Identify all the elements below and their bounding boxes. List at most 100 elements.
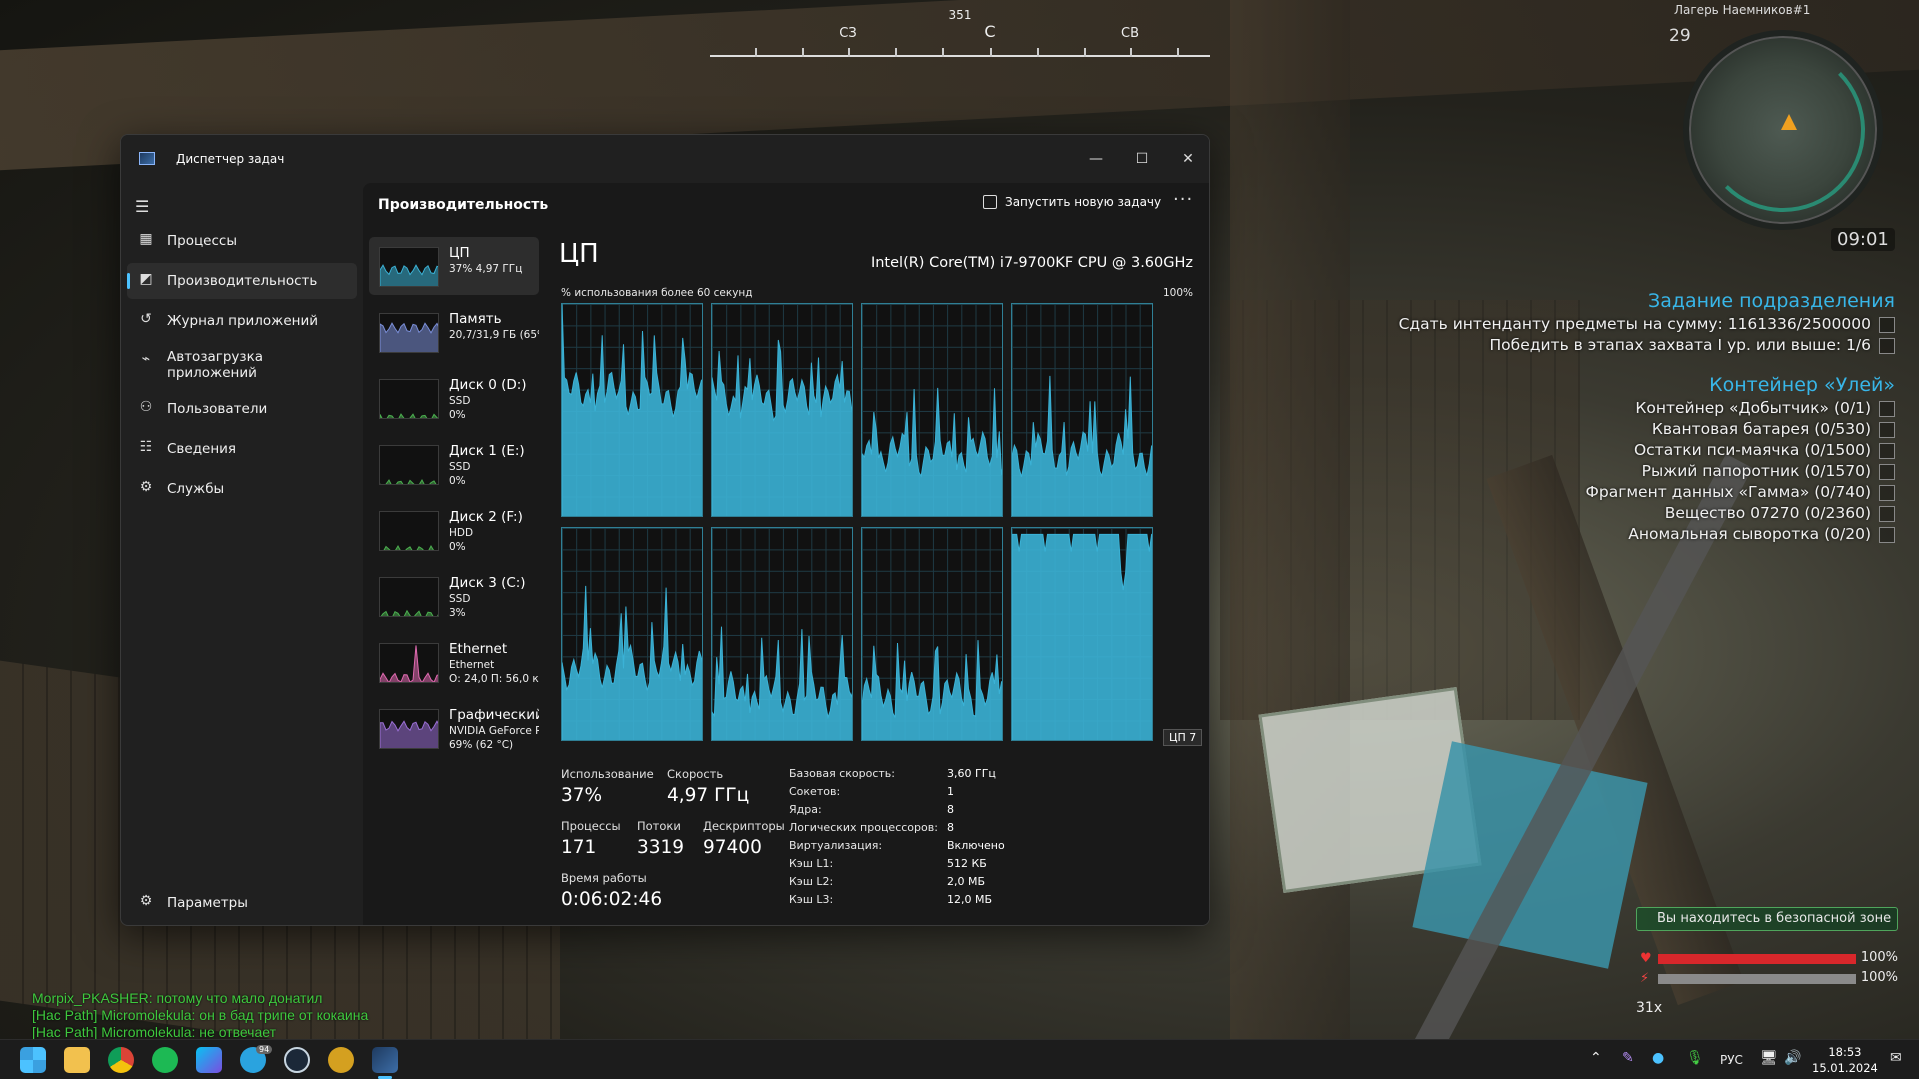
microphone-icon[interactable]: 🎙 xyxy=(1686,1050,1704,1066)
device-s1: SSD xyxy=(449,593,471,605)
file-explorer-icon[interactable] xyxy=(64,1047,90,1073)
spec-key: Сокетов: xyxy=(789,785,841,798)
steam-icon[interactable] xyxy=(284,1047,310,1073)
minimize-button[interactable]: — xyxy=(1073,143,1119,175)
device-item[interactable]: ЦП 37% 4,97 ГГц xyxy=(369,237,539,295)
chrome-icon[interactable] xyxy=(108,1047,134,1073)
device-item[interactable]: Память 20,7/31,9 ГБ (65%) xyxy=(369,303,539,361)
spec-key: Виртуализация: xyxy=(789,839,883,852)
device-thumbnail xyxy=(379,379,439,419)
vpn-icon[interactable]: ● xyxy=(1652,1050,1664,1066)
windows-start-icon[interactable] xyxy=(20,1047,46,1073)
device-name: ЦП xyxy=(449,245,470,261)
sidebar-item-app-history[interactable]: ↺ Журнал приложений xyxy=(127,303,357,339)
run-new-task-button[interactable]: Запустить новую задачу xyxy=(983,195,1161,209)
minimap-circle xyxy=(1683,30,1883,230)
device-item[interactable]: Диск 2 (F:) HDD 0% xyxy=(369,501,539,559)
pen-icon[interactable]: ✎ xyxy=(1622,1050,1634,1066)
quest-panel: Задание подразделения Сдать интенданту п… xyxy=(1375,290,1895,545)
core-graphs[interactable] xyxy=(561,303,1157,743)
safe-zone-banner: Вы находитесь в безопасной зоне xyxy=(1636,907,1898,931)
spec-row: Сокетов: 1 xyxy=(789,785,1089,803)
device-item[interactable]: Диск 1 (E:) SSD 0% xyxy=(369,435,539,493)
quest-item: Сдать интенданту предметы на сумму: 1161… xyxy=(1375,314,1895,335)
core-graph[interactable] xyxy=(711,303,853,517)
close-button[interactable]: ✕ xyxy=(1165,143,1209,175)
device-s1: Ethernet xyxy=(449,659,495,671)
core-graph[interactable] xyxy=(1011,527,1153,741)
device-s1: SSD xyxy=(449,461,471,473)
more-options-button[interactable]: ··· xyxy=(1173,189,1193,210)
device-thumbnail xyxy=(379,313,439,353)
notification-icon[interactable]: ✉ xyxy=(1890,1050,1902,1066)
device-item[interactable]: Диск 3 (C:) SSD 3% xyxy=(369,567,539,625)
sidebar-item-details[interactable]: ☷ Сведения xyxy=(127,431,357,467)
sidebar-item-label: Службы xyxy=(167,481,225,497)
sidebar-item-label: Сведения xyxy=(167,441,237,457)
sidebar-item-services[interactable]: ⚙ Службы xyxy=(127,471,357,507)
stat-handles: Дескрипторы 97400 xyxy=(703,819,785,858)
core-tooltip: ЦП 7 xyxy=(1163,729,1203,746)
webstorm-icon[interactable] xyxy=(196,1047,222,1073)
minimap[interactable]: Лагерь Наемников#1 29 09:01 xyxy=(1660,0,1919,260)
device-list: ЦП 37% 4,97 ГГц Память 20,7/31,9 ГБ (65%) Ди… xyxy=(369,237,539,765)
quest-item: Победить в этапах захвата I ур. или выше… xyxy=(1375,335,1895,356)
network-icon[interactable]: 🖥 xyxy=(1760,1050,1778,1066)
quest-item: Вещество 07270 (0/2360) xyxy=(1375,503,1895,524)
device-s2: О: 24,0 П: 56,0 кбит/с xyxy=(449,673,539,685)
sidebar-item-processes[interactable]: ▦ Процессы xyxy=(127,223,357,259)
tray-chevron-icon[interactable]: ⌃ xyxy=(1590,1050,1602,1066)
task-manager-taskbar-icon[interactable] xyxy=(372,1047,398,1073)
device-name: Графический про xyxy=(449,707,539,723)
core-usage-area xyxy=(1012,533,1152,740)
device-s1: SSD xyxy=(449,395,471,407)
spec-row: Кэш L3: 12,0 МБ xyxy=(789,893,1089,911)
spec-row: Кэш L1: 512 КБ xyxy=(789,857,1089,875)
users-icon: ⚇ xyxy=(139,399,153,415)
spec-value: 512 КБ xyxy=(947,857,987,870)
sidebar-item-startup[interactable]: ⌁ Автозагрузка приложений xyxy=(127,343,357,387)
core-graph[interactable] xyxy=(861,527,1003,741)
device-item[interactable]: Диск 0 (D:) SSD 0% xyxy=(369,369,539,427)
heart-icon: ♥ xyxy=(1640,951,1652,966)
device-name: Диск 1 (E:) xyxy=(449,443,525,459)
sidebar-item-label: Производительность xyxy=(167,273,318,289)
quest-item: Квантовая батарея (0/530) xyxy=(1375,419,1895,440)
sidebar-item-users[interactable]: ⚇ Пользователи xyxy=(127,391,357,427)
cpu-title: ЦП xyxy=(559,239,599,269)
core-graph[interactable] xyxy=(1011,303,1153,517)
quest-section-title: Контейнер «Улей» xyxy=(1709,374,1895,396)
spec-value: 12,0 МБ xyxy=(947,893,993,906)
list-icon: ☷ xyxy=(139,439,153,455)
hamburger-menu-icon[interactable]: ☰ xyxy=(135,197,153,216)
clock[interactable]: 18:53 15.01.2024 xyxy=(1812,1044,1878,1076)
core-graph[interactable] xyxy=(561,303,703,517)
device-thumbnail xyxy=(379,445,439,485)
run-task-label: Запустить новую задачу xyxy=(1005,195,1162,209)
core-usage-area xyxy=(862,387,1002,516)
startup-icon: ⌁ xyxy=(141,351,151,367)
language-indicator[interactable]: РУС xyxy=(1720,1053,1743,1067)
sidebar-item-performance[interactable]: ◩ Производительность xyxy=(127,263,357,299)
device-item[interactable]: Ethernet Ethernet О: 24,0 П: 56,0 кбит/с xyxy=(369,633,539,691)
settings-button[interactable]: ⚙ Параметры xyxy=(127,885,357,921)
title-bar[interactable]: Диспетчер задач — ☐ ✕ xyxy=(121,135,1209,183)
maximize-button[interactable]: ☐ xyxy=(1119,143,1165,175)
spotify-icon[interactable] xyxy=(152,1047,178,1073)
core-graph[interactable] xyxy=(861,303,1003,517)
lightning-icon: ⚡ xyxy=(1640,971,1650,986)
device-item[interactable]: Графический про NVIDIA GeForce RTX 206 69%… xyxy=(369,699,539,757)
device-s2: 69% (62 °C) xyxy=(449,739,514,751)
device-s1: NVIDIA GeForce RTX 206 xyxy=(449,725,539,737)
health-percent: 100% xyxy=(1860,950,1898,965)
stalcraft-icon[interactable] xyxy=(328,1047,354,1073)
task-manager-icon xyxy=(139,152,155,165)
sidebar-item-label: Журнал приложений xyxy=(167,313,319,329)
compass-nw: СЗ xyxy=(839,26,857,41)
volume-icon[interactable]: 🔊 xyxy=(1784,1050,1801,1066)
sidebar: ☰ ▦ Процессы ◩ Производительность ↺ Журн… xyxy=(121,183,361,925)
core-usage-area xyxy=(1012,375,1152,516)
core-graph[interactable] xyxy=(711,527,853,741)
stat-processes: Процессы 171 xyxy=(561,819,621,858)
core-graph[interactable] xyxy=(561,527,703,741)
